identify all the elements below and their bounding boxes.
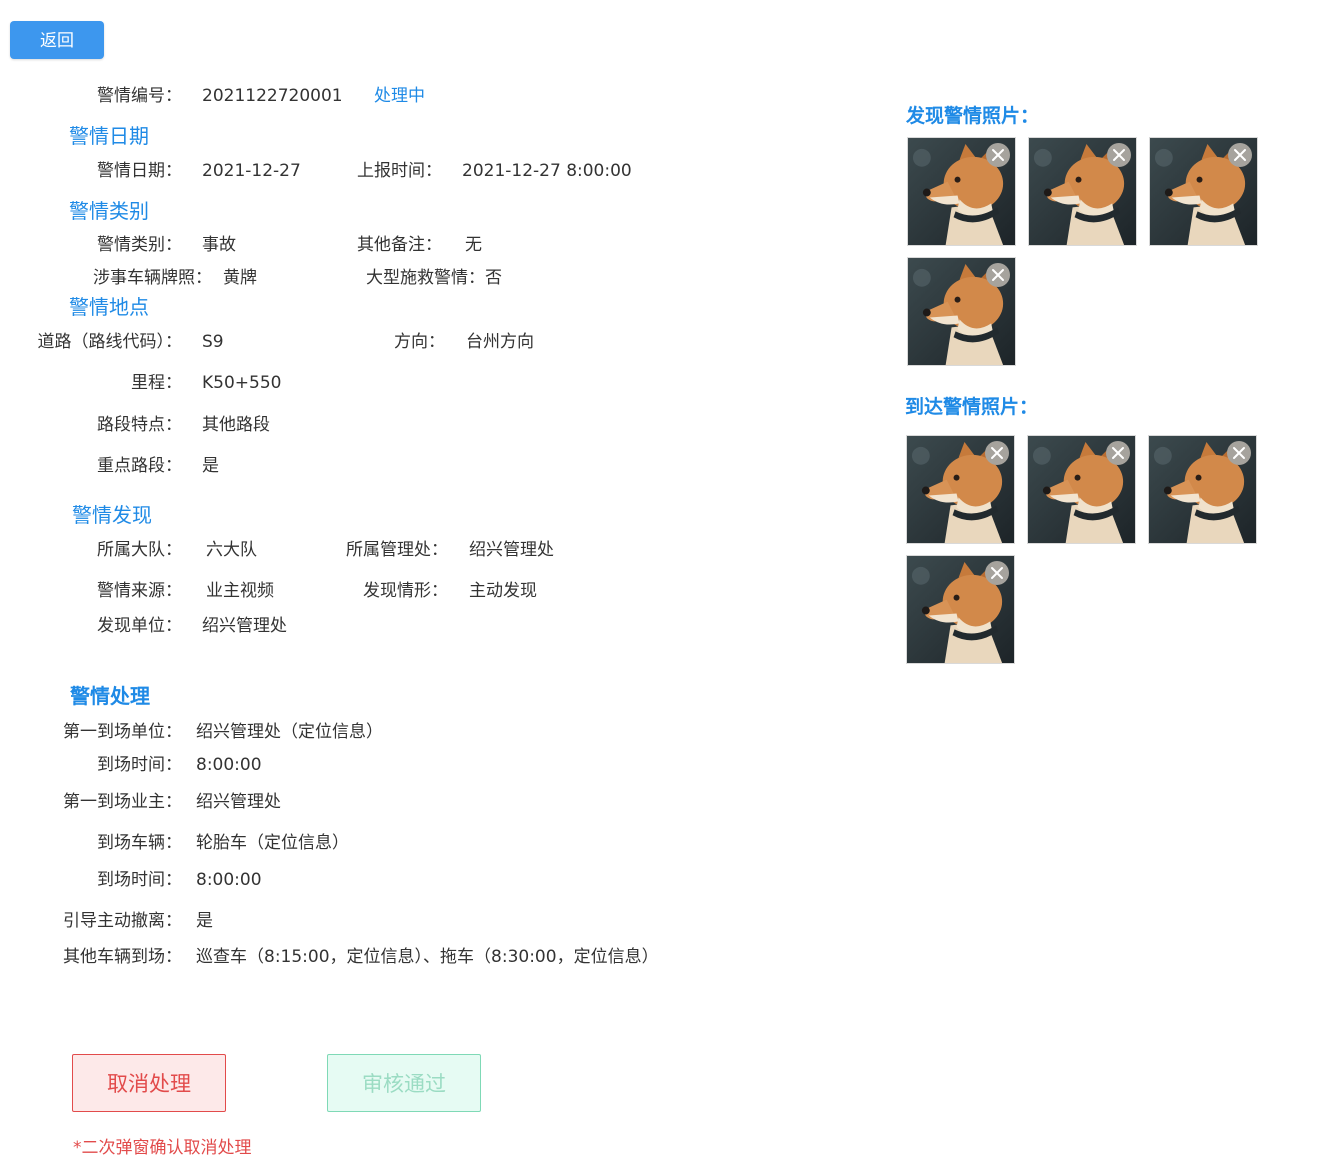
plate-label: 涉事车辆牌照： bbox=[93, 268, 212, 288]
source-label: 警情来源： bbox=[97, 581, 182, 601]
first-owner-label: 第一到场业主： bbox=[63, 792, 182, 812]
alert-number-label: 警情编号： bbox=[97, 86, 182, 106]
close-icon[interactable] bbox=[986, 263, 1010, 287]
vehicle: 轮胎车（定位信息） bbox=[196, 833, 349, 853]
mileage-label: 里程： bbox=[131, 373, 182, 393]
road-label: 道路（路线代码）： bbox=[37, 332, 183, 352]
vehicle-arrive-time-label: 到场时间： bbox=[97, 870, 182, 890]
close-icon[interactable] bbox=[1106, 441, 1130, 465]
source: 业主视频 bbox=[206, 581, 274, 601]
section-title-location: 警情地点 bbox=[69, 295, 149, 319]
direction: 台州方向 bbox=[466, 332, 534, 352]
arrive-time: 8:00:00 bbox=[196, 755, 262, 775]
section-title-discovery: 警情发现 bbox=[72, 503, 152, 527]
first-unit: 绍兴管理处（定位信息） bbox=[196, 722, 383, 742]
close-icon[interactable] bbox=[1107, 143, 1131, 167]
vehicle-label: 到场车辆： bbox=[97, 833, 182, 853]
guide-label: 引导主动撤离： bbox=[63, 911, 182, 931]
close-icon[interactable] bbox=[985, 441, 1009, 465]
road: S9 bbox=[202, 332, 224, 352]
alert-type-label: 警情类别： bbox=[97, 235, 182, 255]
approve-button[interactable]: 审核通过 bbox=[327, 1054, 481, 1112]
first-unit-label: 第一到场单位： bbox=[63, 722, 182, 742]
office-label: 所属管理处： bbox=[346, 540, 448, 560]
mileage: K50+550 bbox=[202, 373, 282, 393]
cancel-note: *二次弹窗确认取消处理 bbox=[73, 1138, 252, 1158]
situation: 主动发现 bbox=[469, 581, 537, 601]
plate: 黄牌 bbox=[223, 268, 257, 288]
found-photos-title: 发现警情照片： bbox=[906, 105, 1040, 127]
cancel-handling-button[interactable]: 取消处理 bbox=[72, 1054, 226, 1112]
alert-number: 2021122720001 bbox=[202, 86, 343, 106]
remark: 无 bbox=[465, 235, 482, 255]
close-icon[interactable] bbox=[1227, 441, 1251, 465]
segment-label: 路段特点： bbox=[97, 415, 182, 435]
other-vehicles-label: 其他车辆到场： bbox=[63, 947, 182, 967]
arrive-photo-thumb[interactable] bbox=[906, 555, 1015, 664]
key-segment-label: 重点路段： bbox=[97, 456, 182, 476]
brigade-label: 所属大队： bbox=[97, 540, 182, 560]
status-badge: 处理中 bbox=[374, 86, 425, 106]
found-photo-thumb[interactable] bbox=[1028, 137, 1137, 246]
situation-label: 发现情形： bbox=[363, 581, 448, 601]
found-photo-thumb[interactable] bbox=[907, 137, 1016, 246]
arrive-photos-title: 到达警情照片： bbox=[905, 396, 1039, 418]
close-icon[interactable] bbox=[1228, 143, 1252, 167]
discovery-unit-label: 发现单位： bbox=[97, 616, 182, 636]
arrive-photo-thumb[interactable] bbox=[906, 435, 1015, 544]
alert-type: 事故 bbox=[202, 235, 236, 255]
section-title-handling: 警情处理 bbox=[70, 684, 150, 708]
rescue-label: 大型施救警情： bbox=[366, 268, 485, 288]
alert-date-label: 警情日期： bbox=[97, 161, 182, 181]
report-time: 2021-12-27 8:00:00 bbox=[462, 161, 632, 181]
segment: 其他路段 bbox=[202, 415, 270, 435]
direction-label: 方向： bbox=[394, 332, 445, 352]
back-button[interactable]: 返回 bbox=[10, 21, 104, 59]
arrive-photo-thumb[interactable] bbox=[1027, 435, 1136, 544]
office: 绍兴管理处 bbox=[469, 540, 554, 560]
brigade: 六大队 bbox=[206, 540, 257, 560]
alert-date: 2021-12-27 bbox=[202, 161, 301, 181]
vehicle-arrive-time: 8:00:00 bbox=[196, 870, 262, 890]
remark-label: 其他备注： bbox=[357, 235, 442, 255]
found-photo-thumb[interactable] bbox=[907, 257, 1016, 366]
guide: 是 bbox=[196, 911, 213, 931]
report-time-label: 上报时间： bbox=[357, 161, 442, 181]
rescue: 否 bbox=[485, 268, 502, 288]
discovery-unit: 绍兴管理处 bbox=[202, 616, 287, 636]
found-photo-thumb[interactable] bbox=[1149, 137, 1258, 246]
arrive-photo-thumb[interactable] bbox=[1148, 435, 1257, 544]
close-icon[interactable] bbox=[986, 143, 1010, 167]
section-title-category: 警情类别 bbox=[69, 199, 149, 223]
key-segment: 是 bbox=[202, 456, 219, 476]
first-owner: 绍兴管理处 bbox=[196, 792, 281, 812]
section-title-date: 警情日期 bbox=[69, 124, 149, 148]
other-vehicles: 巡查车（8:15:00，定位信息）、拖车（8:30:00，定位信息） bbox=[196, 947, 659, 967]
arrive-time-label: 到场时间： bbox=[97, 755, 182, 775]
close-icon[interactable] bbox=[985, 561, 1009, 585]
